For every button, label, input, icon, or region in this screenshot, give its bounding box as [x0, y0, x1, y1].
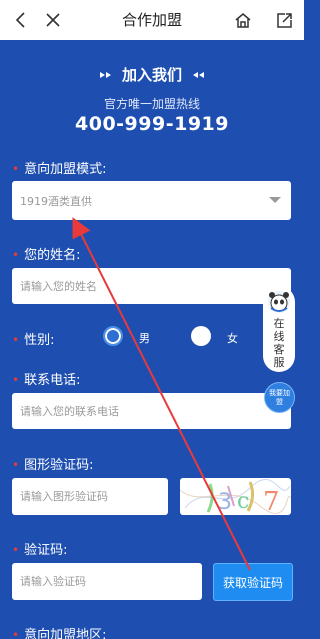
name-input[interactable]	[20, 268, 291, 304]
share-button[interactable]	[269, 0, 299, 40]
mode-label: • 意向加盟模式:	[12, 158, 106, 177]
arrow-left-deco-icon	[193, 71, 204, 78]
caret-down-icon	[269, 197, 281, 203]
gender-female-label[interactable]: 女	[227, 330, 238, 346]
gender-female-radio[interactable]	[191, 326, 211, 346]
phone-label-text: 联系电话:	[24, 373, 81, 388]
region-label-text: 意向加盟地区:	[24, 628, 107, 639]
captcha-char: 3	[218, 490, 232, 515]
name-label: • 您的姓名:	[12, 244, 80, 263]
sms-field[interactable]	[12, 563, 202, 600]
required-star: •	[12, 543, 20, 557]
required-star: •	[12, 248, 20, 262]
gender-male-radio[interactable]	[103, 326, 123, 346]
online-service-button[interactable]: 在线客服	[263, 286, 295, 372]
gender-male-label[interactable]: 男	[139, 330, 150, 346]
gender-label-text: 性别:	[24, 333, 55, 348]
sms-label-text: 验证码:	[24, 543, 68, 558]
mode-select[interactable]: 1919酒类直供	[12, 181, 291, 220]
online-service-text: 在线客服	[273, 317, 285, 369]
captcha-input[interactable]	[20, 478, 168, 515]
required-star: •	[12, 373, 20, 387]
captcha-graphic: 3 c 7	[180, 479, 291, 515]
hero-heading: 加入我们	[0, 64, 304, 85]
name-label-text: 您的姓名:	[24, 248, 81, 263]
home-icon	[235, 12, 251, 28]
required-star: •	[12, 162, 20, 176]
home-button[interactable]	[228, 0, 258, 40]
sms-label: • 验证码:	[12, 539, 67, 558]
captcha-label: • 图形验证码:	[12, 454, 93, 473]
mode-select-value: 1919酒类直供	[20, 194, 92, 208]
chevron-left-icon	[15, 12, 25, 28]
sms-input[interactable]	[20, 563, 202, 600]
gender-label: • 性别:	[12, 329, 54, 348]
phone-field[interactable]	[12, 393, 291, 429]
required-star: •	[12, 333, 20, 347]
captcha-image[interactable]: 3 c 7	[180, 478, 291, 515]
join-now-button[interactable]: 我要加盟	[264, 382, 295, 413]
close-button[interactable]	[38, 0, 68, 40]
hotline-number[interactable]: 400-999-1919	[0, 113, 304, 135]
captcha-char: 7	[263, 487, 280, 515]
phone-input[interactable]	[20, 393, 291, 429]
hero-title: 加入我们	[121, 66, 182, 84]
share-icon	[276, 12, 292, 28]
back-button[interactable]	[6, 0, 36, 40]
hero-subtitle: 官方唯一加盟热线	[103, 97, 200, 111]
captcha-field[interactable]	[12, 478, 168, 515]
captcha-char: c	[237, 489, 249, 514]
get-code-button[interactable]: 获取验证码	[213, 563, 293, 601]
required-star: •	[12, 458, 20, 472]
captcha-label-text: 图形验证码:	[24, 458, 94, 473]
phone-label: • 联系电话:	[12, 369, 80, 388]
panda-avatar-icon	[268, 291, 290, 313]
top-navigation-bar: 合作加盟	[0, 0, 304, 40]
mode-label-text: 意向加盟模式:	[24, 162, 107, 177]
required-star: •	[12, 628, 20, 639]
name-field[interactable]	[12, 268, 291, 304]
region-label: • 意向加盟地区:	[12, 624, 106, 639]
close-icon	[46, 13, 60, 27]
arrow-right-deco-icon	[99, 71, 111, 78]
